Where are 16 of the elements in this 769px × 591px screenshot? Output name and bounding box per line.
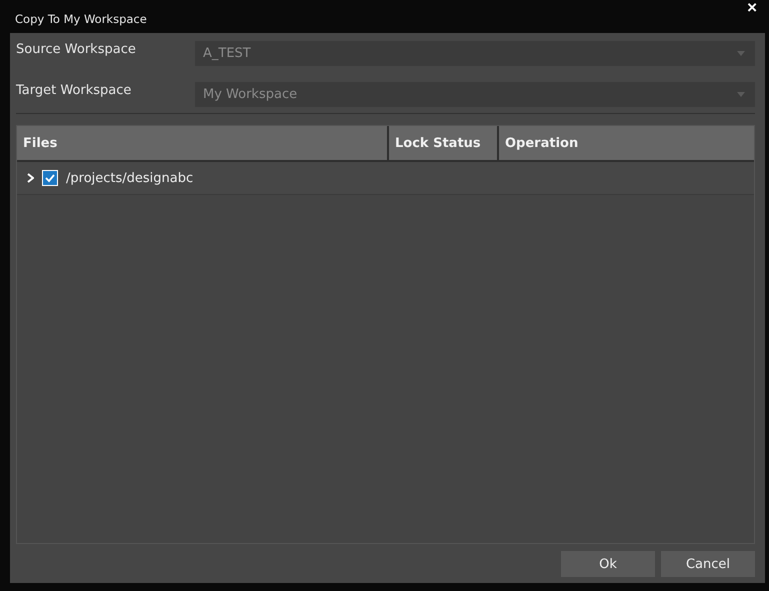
dropdown-field[interactable]: My Workspace	[195, 82, 755, 107]
field-label: Target Workspace	[16, 83, 132, 98]
caret-icon	[737, 92, 745, 97]
column-header[interactable]: Files	[17, 126, 389, 160]
window-title: Copy To My Workspace	[15, 12, 147, 26]
close-button[interactable]: ×	[743, 0, 761, 18]
caret-icon	[737, 51, 745, 56]
expand-icon[interactable]	[26, 173, 34, 183]
checkbox[interactable]	[42, 170, 58, 186]
dropdown-field[interactable]: A_TEST	[195, 41, 755, 66]
dialog-button[interactable]: Ok	[561, 551, 655, 577]
field-label: Source Workspace	[16, 42, 137, 57]
column-header[interactable]: Operation	[499, 126, 754, 160]
column-header[interactable]: Lock Status	[389, 126, 499, 160]
dialog-button[interactable]: Cancel	[661, 551, 755, 577]
file-path: /projects/designabc	[66, 170, 194, 186]
